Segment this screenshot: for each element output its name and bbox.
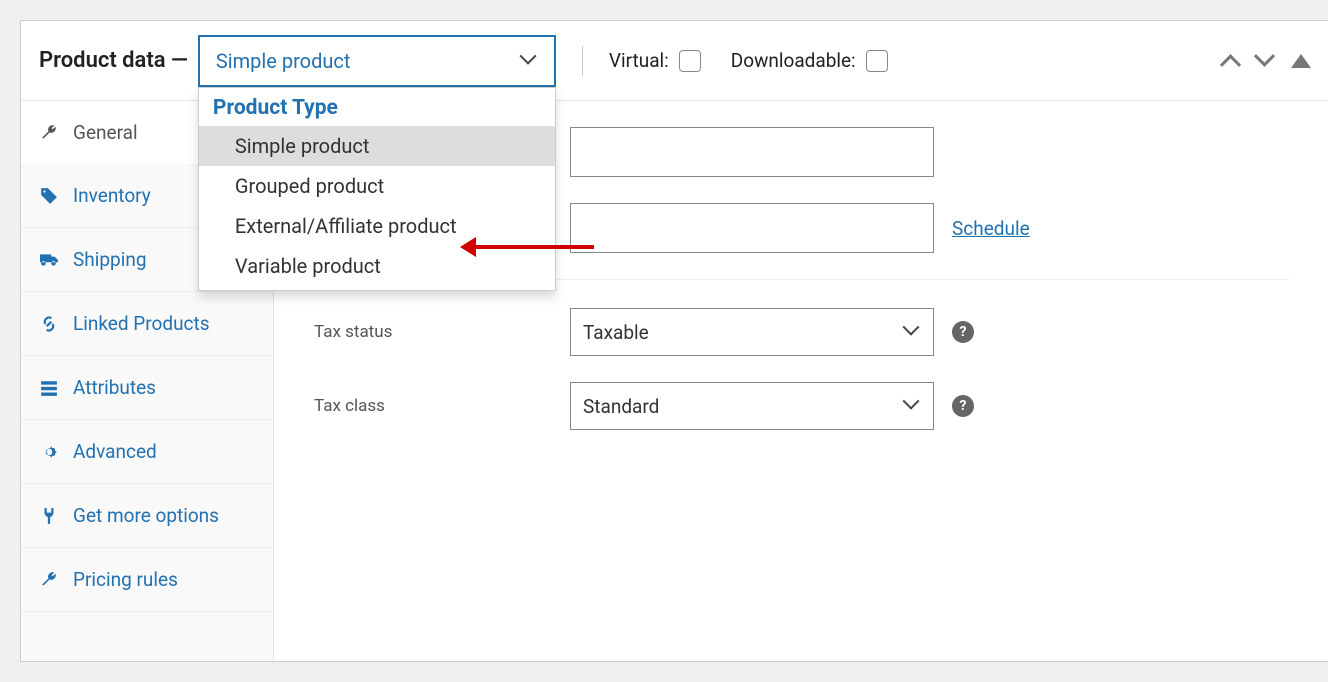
tab-linked-products[interactable]: Linked Products <box>21 292 273 356</box>
dropdown-item-simple[interactable]: Simple product <box>199 126 555 166</box>
tab-label: Advanced <box>73 440 157 463</box>
tax-class-value: Standard <box>583 395 659 418</box>
help-icon[interactable]: ? <box>952 395 974 417</box>
dropdown-heading: Product Type <box>199 88 555 126</box>
divider <box>582 46 583 76</box>
tax-status-select[interactable]: Taxable <box>570 308 934 356</box>
product-data-panel: Product data — Simple product Product Ty… <box>20 20 1328 662</box>
tab-label: Linked Products <box>73 312 210 335</box>
wrench-icon <box>39 570 59 590</box>
panel-header: Product data — Simple product Product Ty… <box>21 21 1328 101</box>
wrench-icon <box>39 123 59 143</box>
product-type-select-value: Simple product <box>216 49 350 73</box>
tab-label: Shipping <box>73 248 147 271</box>
tab-label: Inventory <box>73 184 151 207</box>
tab-label: Pricing rules <box>73 568 178 591</box>
collapse-icon[interactable] <box>1291 54 1311 68</box>
annotation-arrow <box>474 245 594 249</box>
panel-title: Product data — <box>39 48 188 73</box>
dropdown-item-external[interactable]: External/Affiliate product <box>199 206 555 246</box>
product-type-select[interactable]: Simple product <box>198 35 556 87</box>
tax-status-label: Tax status <box>314 322 570 342</box>
tax-status-value: Taxable <box>583 321 649 344</box>
schedule-link[interactable]: Schedule <box>952 217 1030 240</box>
tab-label: General <box>73 121 138 144</box>
tab-get-more-options[interactable]: Get more options <box>21 484 273 548</box>
downloadable-label: Downloadable: <box>731 49 856 72</box>
move-up-icon[interactable] <box>1223 53 1239 69</box>
virtual-checkbox[interactable] <box>679 50 701 72</box>
plug-icon <box>39 506 59 526</box>
downloadable-checkbox[interactable] <box>866 50 888 72</box>
tab-label: Attributes <box>73 376 156 399</box>
help-icon[interactable]: ? <box>952 321 974 343</box>
product-type-dropdown: Product Type Simple product Grouped prod… <box>198 87 556 291</box>
tax-class-label: Tax class <box>314 396 570 416</box>
tab-advanced[interactable]: Advanced <box>21 420 273 484</box>
truck-icon <box>39 250 59 270</box>
chevron-down-icon <box>905 324 921 340</box>
tax-class-select[interactable]: Standard <box>570 382 934 430</box>
regular-price-input[interactable] <box>570 127 934 177</box>
gear-icon <box>39 442 59 462</box>
tab-label: Get more options <box>73 504 219 527</box>
move-down-icon[interactable] <box>1257 53 1273 69</box>
list-icon <box>39 378 59 398</box>
tag-icon <box>39 186 59 206</box>
dropdown-item-variable[interactable]: Variable product <box>199 246 555 286</box>
chevron-down-icon <box>905 398 921 414</box>
dropdown-item-grouped[interactable]: Grouped product <box>199 166 555 206</box>
virtual-label: Virtual: <box>609 49 669 72</box>
chevron-down-icon <box>522 53 538 69</box>
sale-price-input[interactable] <box>570 203 934 253</box>
link-icon <box>39 314 59 334</box>
tab-attributes[interactable]: Attributes <box>21 356 273 420</box>
tab-pricing-rules[interactable]: Pricing rules <box>21 548 273 612</box>
